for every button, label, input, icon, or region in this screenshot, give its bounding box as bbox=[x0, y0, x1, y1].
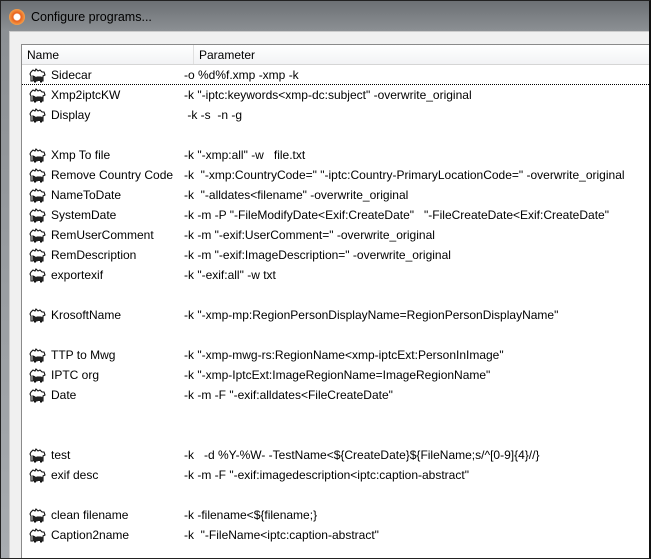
program-parameter: -k "-xmp:CountryCode=" "-iptc:Country-Pr… bbox=[184, 168, 625, 182]
list-item[interactable]: clean filename -k -filename<${filename;} bbox=[22, 505, 649, 525]
camel-icon bbox=[29, 167, 47, 183]
program-name: Sidecar bbox=[51, 67, 92, 82]
program-name: Remove Country Code bbox=[51, 168, 174, 182]
camel-icon bbox=[29, 187, 47, 203]
camel-icon bbox=[29, 147, 47, 163]
program-parameter: -k -m -F "-exif:alldates<FileCreateDate" bbox=[184, 388, 393, 402]
camel-icon bbox=[29, 467, 47, 483]
program-parameter: -k -m -F "-exif:imagedescription<iptc:ca… bbox=[184, 468, 469, 482]
camel-icon bbox=[29, 67, 47, 83]
program-name: NameToDate bbox=[51, 188, 122, 202]
list-item[interactable]: SystemDate -k -m -P "-FileModifyDate<Exif… bbox=[22, 205, 649, 225]
program-parameter: -k "-xmp-IptcExt:ImageRegionName=ImageRe… bbox=[184, 368, 491, 382]
title-bar[interactable]: Configure programs... bbox=[1, 3, 649, 31]
list-item[interactable]: exportexif -k "-exif:all" -w txt bbox=[22, 265, 649, 285]
list-item[interactable]: RemDescription -k -m "-exif:ImageDescript… bbox=[22, 245, 649, 265]
program-name: clean filename bbox=[51, 508, 129, 522]
program-parameter: -k "-iptc:keywords<xmp-dc:subject" -over… bbox=[184, 88, 472, 102]
list-item[interactable]: Xmp2iptcKW -k "-iptc:keywords<xmp-dc:subj… bbox=[22, 85, 649, 105]
program-parameter: -k -m -P "-FileModifyDate<Exif:CreateDat… bbox=[184, 208, 609, 222]
dialog-panel: Name Parameter Sidecar -o %d%f.xmp -xmp -… bbox=[9, 31, 649, 558]
list-item[interactable]: Remove Country Code -k "-xmp:CountryCode=… bbox=[22, 165, 649, 185]
column-header-parameter[interactable]: Parameter bbox=[194, 45, 255, 64]
list-item[interactable] bbox=[22, 405, 649, 425]
list-item[interactable] bbox=[22, 125, 649, 145]
list-item[interactable]: IPTC org -k "-xmp-IptcExt:ImageRegionName… bbox=[22, 365, 649, 385]
program-name: exif desc bbox=[51, 468, 99, 482]
column-header-name[interactable]: Name bbox=[22, 45, 194, 64]
list-item[interactable]: Date -k -m -F "-exif:alldates<FileCreateD… bbox=[22, 385, 649, 405]
program-name: SystemDate bbox=[51, 208, 117, 222]
list-item[interactable]: RemUserComment -k -m "-exif:UserComment="… bbox=[22, 225, 649, 245]
list-item[interactable]: Xmp To file -k "-xmp:all" -w file.txt bbox=[22, 145, 649, 165]
program-parameter: -k "-xmp-mwg-rs:RegionName<xmp-iptcExt:P… bbox=[184, 348, 504, 362]
camel-icon bbox=[29, 367, 47, 383]
list-item[interactable]: NameToDate -k "-alldates<filename" -overw… bbox=[22, 185, 649, 205]
list-item[interactable] bbox=[22, 285, 649, 305]
program-parameter: -k -d %Y-%W- -TestName<${CreateDate}${Fi… bbox=[184, 448, 540, 462]
camel-icon bbox=[29, 267, 47, 283]
list-item[interactable]: Caption2name -k "-FileName<iptc:caption-a… bbox=[22, 525, 649, 545]
list-item[interactable]: test -k -d %Y-%W- -TestName<${CreateDate}… bbox=[22, 445, 649, 465]
program-parameter: -k -filename<${filename;} bbox=[184, 508, 318, 522]
list-item[interactable]: KrosoftName -k "-xmp-mp:RegionPersonDispl… bbox=[22, 305, 649, 325]
program-name: Xmp2iptcKW bbox=[51, 88, 121, 102]
program-name: KrosoftName bbox=[51, 308, 122, 322]
program-name: Xmp To file bbox=[51, 148, 111, 162]
program-name: IPTC org bbox=[51, 368, 100, 382]
program-parameter: -k "-exif:all" -w txt bbox=[184, 268, 276, 282]
camel-icon bbox=[29, 107, 47, 123]
app-icon bbox=[9, 9, 25, 25]
program-name: RemUserComment bbox=[51, 228, 154, 242]
list-item[interactable]: TTP to Mwg -k "-xmp-mwg-rs:RegionName<xmp… bbox=[22, 345, 649, 365]
camel-icon bbox=[29, 87, 47, 103]
list-item[interactable] bbox=[22, 325, 649, 345]
programs-list[interactable]: Name Parameter Sidecar -o %d%f.xmp -xmp -… bbox=[21, 44, 649, 558]
list-item[interactable] bbox=[22, 425, 649, 445]
program-parameter: -o %d%f.xmp -xmp -k bbox=[184, 67, 299, 82]
camel-icon bbox=[29, 207, 47, 223]
program-name: Date bbox=[51, 388, 77, 402]
camel-icon bbox=[29, 307, 47, 323]
list-item[interactable]: exif desc -k -m -F "-exif:imagedescriptio… bbox=[22, 465, 649, 485]
window-title: Configure programs... bbox=[31, 10, 152, 24]
camel-icon bbox=[29, 507, 47, 523]
program-name: TTP to Mwg bbox=[51, 348, 116, 362]
list-rows: Sidecar -o %d%f.xmp -xmp -k Xmp2iptcKW -k … bbox=[22, 65, 649, 545]
program-name: test bbox=[51, 448, 71, 462]
program-parameter: -k -m "-exif:ImageDescription=" -overwri… bbox=[184, 248, 451, 262]
list-item[interactable]: Sidecar -o %d%f.xmp -xmp -k bbox=[22, 65, 649, 85]
program-parameter: -k -m "-exif:UserComment=" -overwrite_or… bbox=[184, 228, 435, 242]
program-parameter: -k "-xmp-mp:RegionPersonDisplayName=Regi… bbox=[184, 308, 559, 322]
camel-icon bbox=[29, 247, 47, 263]
camel-icon bbox=[29, 347, 47, 363]
camel-icon bbox=[29, 447, 47, 463]
list-header: Name Parameter bbox=[22, 45, 649, 65]
program-parameter: -k "-alldates<filename" -overwrite_origi… bbox=[184, 188, 409, 202]
list-item[interactable] bbox=[22, 485, 649, 505]
camel-icon bbox=[29, 387, 47, 403]
program-name: Display bbox=[51, 108, 91, 122]
camel-icon bbox=[29, 527, 47, 543]
program-name: RemDescription bbox=[51, 248, 137, 262]
program-name: exportexif bbox=[51, 268, 104, 282]
program-name: Caption2name bbox=[51, 528, 130, 542]
program-parameter: -k -s -n -g bbox=[184, 108, 243, 122]
camel-icon bbox=[29, 227, 47, 243]
program-parameter: -k "-FileName<iptc:caption-abstract" bbox=[184, 528, 379, 542]
configure-programs-window: Configure programs... Name Parameter Sid… bbox=[0, 0, 651, 559]
program-parameter: -k "-xmp:all" -w file.txt bbox=[184, 148, 306, 162]
list-item[interactable]: Display -k -s -n -g bbox=[22, 105, 649, 125]
